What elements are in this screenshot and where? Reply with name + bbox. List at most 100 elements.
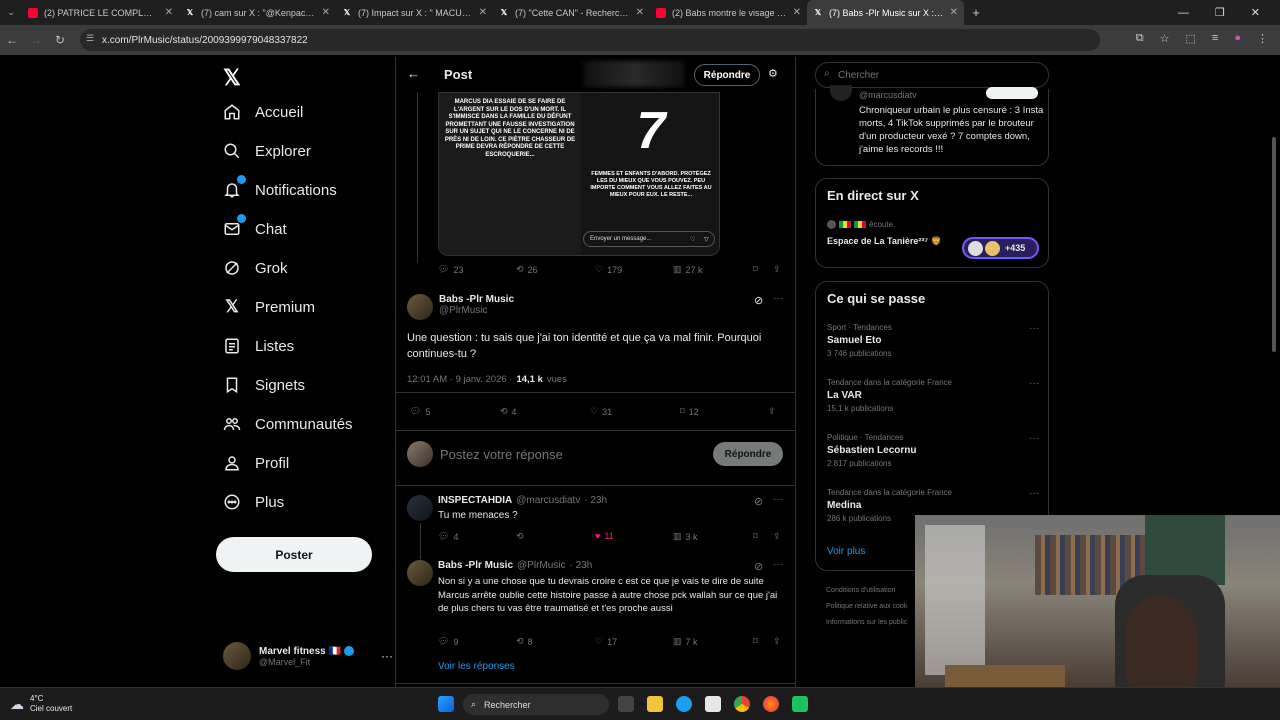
settings-icon[interactable]: ⚙ <box>768 67 778 80</box>
send-message-field[interactable]: Envoyer un message... ♡ ▽ <box>583 231 715 247</box>
follow-button[interactable] <box>986 87 1038 99</box>
share-icon[interactable]: ⇪ <box>773 531 781 542</box>
more-icon[interactable]: ··· <box>1029 488 1039 499</box>
repost-stat[interactable]: ⟲ 26 <box>516 264 538 275</box>
close-tab-icon[interactable]: ✕ <box>322 7 330 18</box>
star-icon[interactable]: ☆ <box>1160 32 1170 45</box>
install-icon[interactable]: ⧉ <box>1136 32 1144 45</box>
browser-tab[interactable]: (2) PATRICE LE COMPLOTISTE,✕ <box>22 0 179 25</box>
trend-item[interactable]: Tendance dans la catégorie France La VAR… <box>827 378 1039 413</box>
trend-item[interactable]: Sport · Tendances Samuel Eto 3 746 publi… <box>827 323 1039 358</box>
reply-stat[interactable]: 💬︎ 5 <box>410 406 430 417</box>
browser-tab[interactable]: 𝕏(7) "Cette CAN" - Recherche / X✕ <box>493 0 650 25</box>
footer-link[interactable]: Conditions d'utilisation <box>826 583 907 599</box>
trend-item[interactable]: Politique · Tendances Sébastien Lecornu … <box>827 433 1039 468</box>
browser-tab[interactable]: (2) Babs montre le visage de M ✕ <box>650 0 807 25</box>
views-stat[interactable]: ▥ 3 k <box>673 531 698 542</box>
restore-icon[interactable]: ❐ <box>1215 6 1225 19</box>
avatar[interactable] <box>407 560 433 586</box>
firefox-icon[interactable] <box>763 696 779 712</box>
account-switcher[interactable]: Marvel fitness 🇫🇷 @Marvel_Fit ··· <box>223 642 393 670</box>
grok-icon[interactable]: ⊘ <box>754 495 763 508</box>
bookmark-stat[interactable]: ⌑ 12 <box>680 406 699 417</box>
see-replies-link[interactable]: Voir les réponses <box>438 661 515 672</box>
share-icon[interactable]: ⇪ <box>773 264 781 275</box>
file-explorer-icon[interactable] <box>647 696 663 712</box>
footer-link[interactable]: Informations sur les public <box>826 615 907 631</box>
url-field[interactable]: ☰ x.com/PlrMusic/status/2009399979048337… <box>80 29 1100 51</box>
tab-list-icon[interactable]: ⌄ <box>0 7 22 18</box>
weather-widget[interactable]: ☁ 4°C Ciel couvert <box>10 694 72 714</box>
sidebar-item-listes[interactable]: Listes <box>223 337 294 355</box>
x-logo-icon[interactable]: 𝕏 <box>223 65 241 91</box>
live-space-title[interactable]: Espace de La Tanière²³⁷ 🦁 <box>827 235 952 248</box>
bookmark-icon[interactable]: ⌑ <box>753 264 758 275</box>
avatar[interactable] <box>407 294 433 320</box>
poster-button[interactable]: Poster <box>216 537 372 572</box>
media-icon[interactable]: ≡ <box>1212 32 1218 45</box>
forward-icon[interactable]: → <box>24 33 48 47</box>
taskbar-search[interactable]: ⌕ Rechercher <box>463 694 609 715</box>
avatar[interactable] <box>407 495 433 521</box>
reply-submit-button[interactable]: Répondre <box>713 442 783 466</box>
close-tab-icon[interactable]: ✕ <box>950 7 958 18</box>
like-stat[interactable]: ♥ 11 <box>595 531 614 541</box>
sidebar-item-notifications[interactable]: Notifications <box>223 175 337 199</box>
sidebar-item-accueil[interactable]: Accueil <box>223 103 303 121</box>
share-icon[interactable]: ⇪ <box>773 636 781 647</box>
reply-stat[interactable]: 💬︎ 4 <box>438 531 458 542</box>
sidebar-item-signets[interactable]: Signets <box>223 376 305 394</box>
sidebar-item-explorer[interactable]: Explorer <box>223 142 311 160</box>
grok-icon[interactable]: ⊘ <box>754 294 763 307</box>
live-join-button[interactable]: +435 <box>962 237 1039 259</box>
sidebar-item-chat[interactable]: Chat <box>223 214 287 238</box>
reply-input[interactable]: Postez votre réponse <box>440 447 563 462</box>
more-icon[interactable]: ··· <box>1029 433 1039 444</box>
send-icon[interactable]: ▽ <box>704 236 709 243</box>
post-author[interactable]: Babs -Plr Music @PlrMusic <box>439 294 514 316</box>
more-icon[interactable]: ··· <box>773 559 783 570</box>
share-icon[interactable]: ⇪ <box>768 406 776 417</box>
like-stat[interactable]: ♡ 179 <box>595 264 622 275</box>
scrollbar-thumb[interactable] <box>1272 137 1276 352</box>
extensions-icon[interactable]: ⬚ <box>1186 32 1196 45</box>
close-tab-icon[interactable]: ✕ <box>636 7 644 18</box>
start-icon[interactable] <box>438 696 454 712</box>
like-stat[interactable]: ♡ 31 <box>590 406 612 417</box>
repost-stat[interactable]: ⟲ 8 <box>516 636 533 647</box>
profile-icon[interactable]: ● <box>1234 32 1241 45</box>
sidebar-item-grok[interactable]: Grok <box>223 259 288 277</box>
browser-tab[interactable]: 𝕏 (7) Impact sur X : " MACU FLA ✕ <box>336 0 493 25</box>
back-icon[interactable]: ← <box>0 33 24 47</box>
like-stat[interactable]: ♡ 17 <box>595 636 617 647</box>
more-icon[interactable]: ··· <box>773 494 783 505</box>
site-info-icon[interactable]: ☰ <box>86 33 94 44</box>
edge-icon[interactable] <box>676 696 692 712</box>
reply-author[interactable]: INSPECTAHDIA @marcusdiatv · 23h <box>438 495 607 506</box>
views-stat[interactable]: ▥ 7 k <box>673 636 698 647</box>
quoted-media[interactable]: MARCUS DIA ESSAIE DE SE FAIRE DE L'ARGEN… <box>438 92 720 256</box>
new-tab-icon[interactable]: + <box>964 5 988 20</box>
more-icon[interactable]: ··· <box>773 293 783 304</box>
reload-icon[interactable]: ↻ <box>48 33 72 47</box>
more-icon[interactable]: ··· <box>1029 378 1039 389</box>
browser-tab[interactable]: 𝕏 (7) cam sur X : "@Kenpachi107 ✕ <box>179 0 336 25</box>
reply-button[interactable]: Répondre <box>694 64 760 86</box>
close-tab-icon[interactable]: ✕ <box>479 7 487 18</box>
reply-stat[interactable]: 💬︎ 9 <box>438 636 458 647</box>
views-stat[interactable]: ▥ 27 k <box>673 264 703 275</box>
sidebar-item-communautes[interactable]: Communautés <box>223 415 353 433</box>
store-icon[interactable] <box>705 696 721 712</box>
repost-stat[interactable]: ⟲ <box>516 531 528 542</box>
minimize-icon[interactable]: — <box>1178 7 1189 19</box>
bookmark-icon[interactable]: ⌑ <box>753 531 758 542</box>
sidebar-item-plus[interactable]: Plus <box>223 493 284 511</box>
close-window-icon[interactable]: ✕ <box>1251 6 1260 19</box>
sidebar-item-profil[interactable]: Profil <box>223 454 289 472</box>
chrome-icon[interactable] <box>734 696 750 712</box>
close-tab-icon[interactable]: ✕ <box>165 7 173 18</box>
sidebar-item-premium[interactable]: 𝕏 Premium <box>223 297 315 316</box>
back-arrow-icon[interactable]: ← <box>407 66 420 81</box>
more-icon[interactable]: ··· <box>381 649 393 663</box>
heart-icon[interactable]: ♡ <box>690 236 695 243</box>
